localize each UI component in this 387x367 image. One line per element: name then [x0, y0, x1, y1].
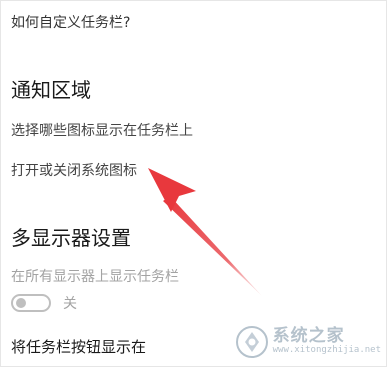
watermark-name: 系统之家	[272, 326, 345, 347]
multi-display-settings-title: 多显示器设置	[11, 226, 131, 250]
system-icons-toggle-link[interactable]: 打开或关闭系统图标	[11, 160, 137, 180]
watermark-url: www.xitongzhijia.net	[272, 345, 381, 356]
taskbar-buttons-display-label: 将任务栏按钮显示在	[11, 338, 147, 356]
customize-taskbar-help-link[interactable]: 如何自定义任务栏?	[11, 12, 130, 32]
toggle-knob	[16, 298, 26, 308]
notification-area-title: 通知区域	[11, 78, 91, 102]
xitongzhijia-watermark: 系统之家 www.xitongzhijia.net	[235, 325, 381, 359]
select-taskbar-icons-link[interactable]: 选择哪些图标显示在任务栏上	[11, 120, 193, 140]
show-taskbar-all-displays-toggle[interactable]	[11, 294, 51, 312]
show-taskbar-all-displays-row: 关	[11, 293, 77, 313]
toggle-state-label: 关	[63, 296, 77, 312]
show-taskbar-all-displays-label: 在所有显示器上显示任务栏	[11, 269, 179, 285]
watermark-text: 系统之家 www.xitongzhijia.net	[272, 326, 381, 356]
xitongzhijia-logo-icon	[235, 326, 268, 358]
